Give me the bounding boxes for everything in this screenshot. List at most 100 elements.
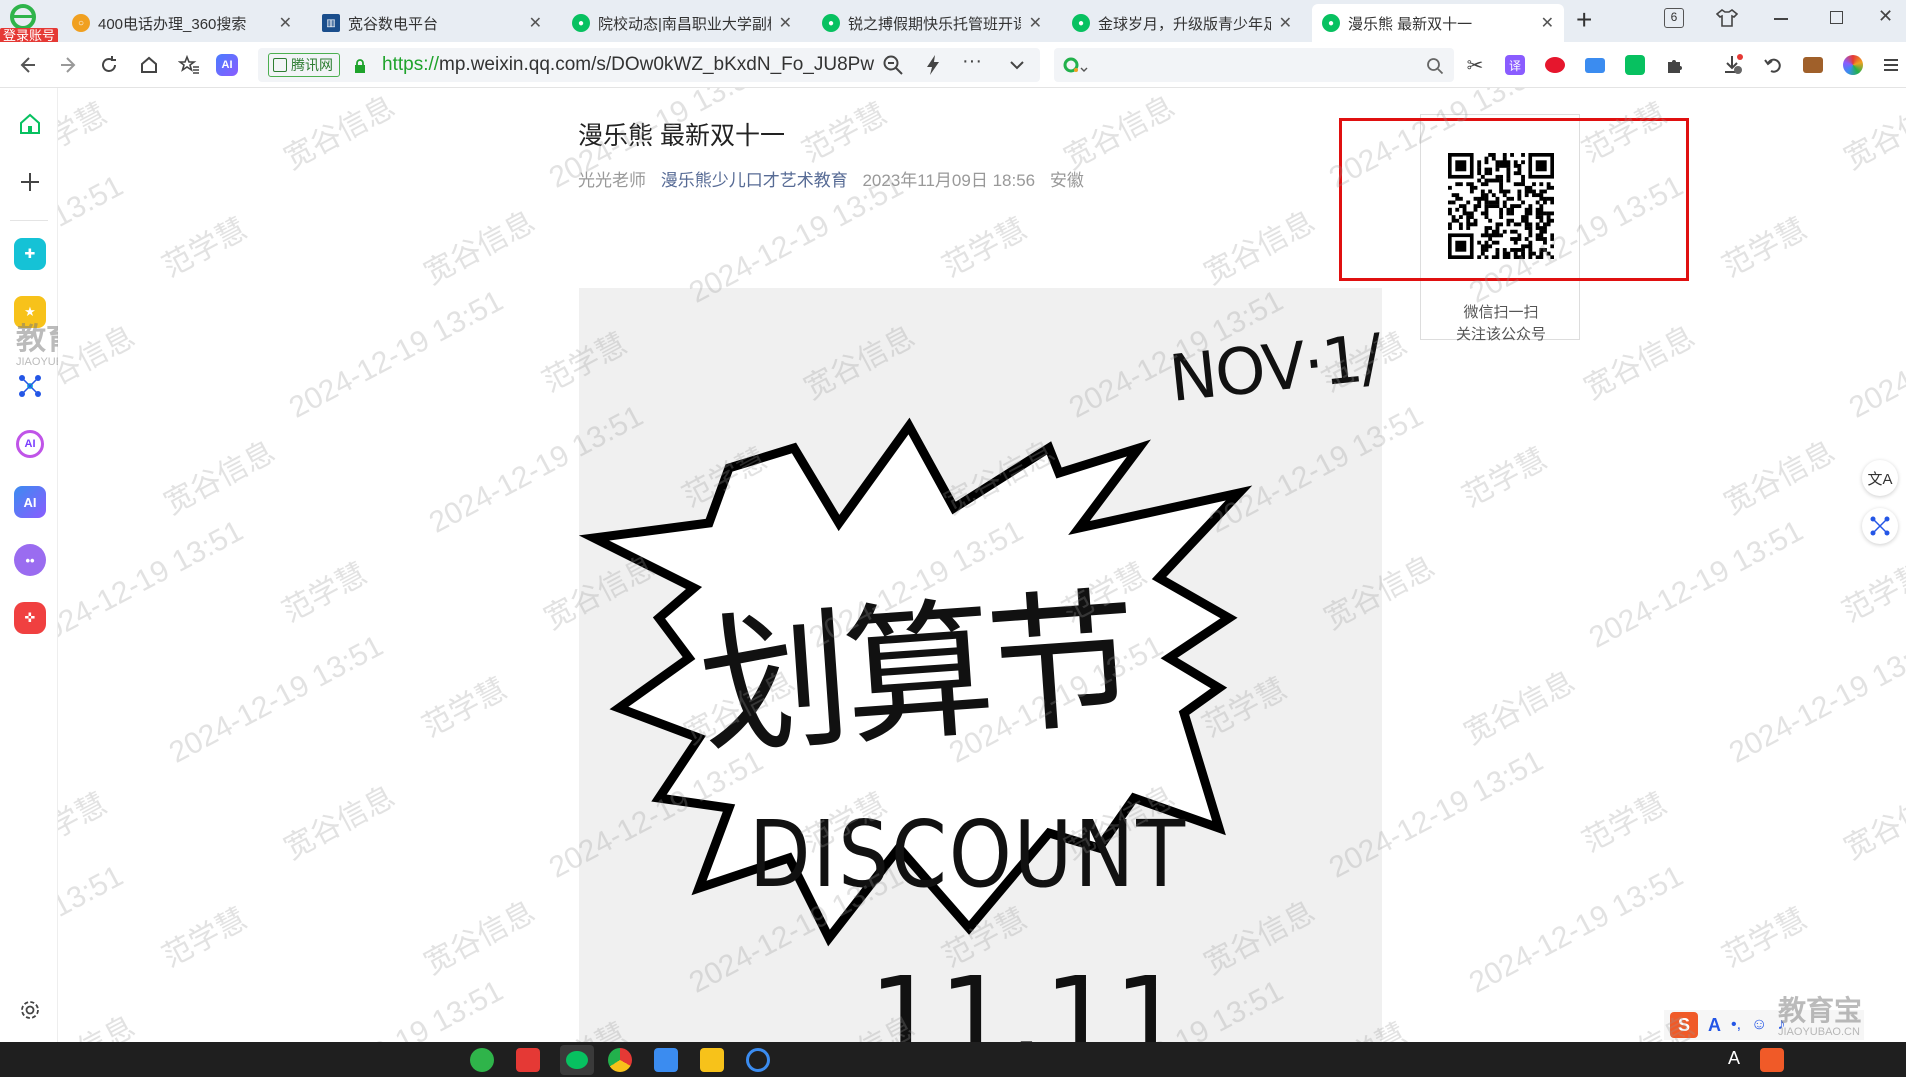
close-icon[interactable]: ✕ — [279, 13, 292, 33]
sidebar-app-network-icon[interactable] — [14, 370, 46, 402]
watermark-text: 宽谷信息 — [1718, 435, 1841, 521]
close-icon[interactable]: ✕ — [779, 13, 792, 33]
watermark-text: 2024-12-19 13:51 — [284, 974, 509, 1042]
search-engine-icon[interactable] — [1062, 56, 1088, 74]
taskbar-wechat-icon[interactable] — [560, 1045, 594, 1075]
scissors-icon[interactable]: ✂ — [1462, 52, 1488, 78]
briefcase-icon[interactable] — [1800, 52, 1826, 78]
close-icon[interactable]: ✕ — [1279, 13, 1292, 33]
sidebar-divider — [10, 220, 48, 221]
corner-jiaoyubao-logo: 教育宝 JIAOYUBAO.CN — [1778, 995, 1863, 1039]
colorful-app-icon[interactable] — [1840, 52, 1866, 78]
close-window-button[interactable]: ✕ — [1878, 6, 1893, 27]
watermark-text: 范学慧 — [1197, 672, 1293, 744]
url-text[interactable]: https://mp.weixin.qq.com/s/DOw0kWZ_bKxdN… — [382, 54, 874, 76]
watermark-text: 范学慧 — [937, 212, 1033, 284]
navigation-toolbar: AI 腾讯网 https://mp.weixin.qq.com/s/DOw0kW… — [0, 42, 1906, 88]
sidebar: ✚ ★ 教育宝 JIAOYUBAO.CN AI AI •• ✜ — [0, 88, 106, 1042]
extensions-icon[interactable] — [1662, 52, 1688, 78]
wechat-reader-icon[interactable] — [1622, 52, 1648, 78]
close-icon[interactable]: ✕ — [529, 13, 542, 33]
search-icon[interactable] — [1426, 57, 1444, 75]
sidebar-app-cross-icon[interactable]: ✚ — [14, 238, 46, 270]
more-icon[interactable]: ··· — [962, 50, 982, 73]
tab-jinqiu[interactable]: ● 金球岁月，升级版青少年足球 ✕ — [1062, 4, 1302, 42]
mail-icon[interactable] — [1582, 52, 1608, 78]
taskbar-search-icon[interactable] — [746, 1048, 770, 1072]
browser-logo-icon[interactable] — [8, 4, 38, 30]
watermark-text: 范学慧 — [1717, 212, 1813, 284]
watermark-text: 2024-12-19 13:51 — [1463, 859, 1689, 1000]
tab-kuangu-platform[interactable]: ▥ 宽谷数电平台 ✕ — [312, 4, 552, 42]
tab-ruizhibo[interactable]: ● 锐之搏假期快乐托管班开课啦 ✕ — [812, 4, 1052, 42]
tab-360-search[interactable]: ○ 400电话办理_360搜索 ✕ — [62, 4, 302, 42]
watermark-layer: 范学慧 宽谷信息 2024-12-19 13:51 范学慧 宽谷信息 2024-12-19… — [58, 88, 1906, 1042]
certificate-badge[interactable]: 腾讯网 — [268, 53, 340, 77]
refresh-button[interactable] — [96, 52, 122, 78]
back-button[interactable] — [14, 52, 40, 78]
watermark-text: 范学慧 — [1717, 902, 1813, 974]
undo-icon[interactable] — [1760, 52, 1786, 78]
watermark-text: 宽谷信息 — [538, 550, 661, 636]
home-button[interactable] — [136, 52, 162, 78]
watermark-text: 宽谷信息 — [1318, 550, 1441, 636]
lightning-icon[interactable] — [922, 54, 944, 76]
watermark-text: 范学慧 — [537, 327, 633, 399]
close-icon[interactable]: ✕ — [1029, 13, 1042, 33]
watermark-text: 2024-12-19 13:51 — [1583, 514, 1809, 655]
watermark-text: 范学慧 — [1317, 327, 1413, 399]
zoom-icon[interactable] — [882, 54, 904, 76]
search-bar[interactable] — [1054, 48, 1454, 82]
taskbar-chrome-icon[interactable] — [608, 1048, 632, 1072]
taskbar-sogou-icon[interactable] — [1760, 1048, 1784, 1072]
watermark-text: 范学慧 — [58, 97, 113, 169]
close-icon[interactable]: ✕ — [1541, 13, 1554, 33]
taskbar-ime-indicator[interactable]: A — [1728, 1048, 1740, 1069]
skin-icon[interactable] — [1715, 8, 1739, 28]
watermark-text: 宽谷信息 — [795, 1002, 922, 1042]
watermark-text: 范学慧 — [677, 442, 773, 514]
taskbar-window-icon[interactable] — [654, 1048, 678, 1072]
watermark-text: 宽谷信息 — [1198, 895, 1321, 981]
home-icon[interactable] — [14, 108, 46, 140]
sidebar-app-ai-icon[interactable]: AI — [14, 486, 46, 518]
chevron-down-icon[interactable] — [1008, 56, 1026, 74]
watermark-text: 2024-12-19 13:51 — [163, 629, 389, 770]
favorites-star-icon[interactable] — [176, 52, 202, 78]
watermark-text: 宽谷信息 — [938, 435, 1061, 521]
forward-button[interactable] — [56, 52, 82, 78]
taskbar-wps-icon[interactable] — [516, 1048, 540, 1072]
wechat-icon: ● — [572, 14, 590, 32]
watermark-text: 2024-12-19 13:51 — [803, 514, 1029, 655]
watermark-text: 宽谷信息 — [418, 895, 541, 981]
watermark-text: 2024-12-19 13:51 — [1323, 744, 1549, 885]
add-icon[interactable] — [14, 166, 46, 198]
sidebar-app-robot-icon[interactable]: •• — [14, 544, 46, 576]
watermark-text: 范学慧 — [1313, 1009, 1413, 1042]
watermark-text: 2024-12-19 13:51 — [943, 629, 1169, 770]
minimize-button[interactable] — [1774, 18, 1788, 20]
watermark-text: 2024-12-19 13:51 — [423, 399, 649, 540]
watermark-text: 2024-12-19 13:51 — [683, 859, 909, 1000]
taskbar-folder-icon[interactable] — [700, 1048, 724, 1072]
translate-icon[interactable]: 译 — [1502, 52, 1528, 78]
watermark-text: 宽谷信息 — [278, 90, 401, 176]
watermark-text: 2024-12-19 13:51 — [1323, 88, 1549, 195]
settings-icon[interactable] — [14, 994, 46, 1026]
tab-nanchang-news[interactable]: ● 院校动态|南昌职业大学副校长 ✕ — [562, 4, 802, 42]
tab-manlexiong[interactable]: ● 漫乐熊 最新双十一 ✕ — [1312, 4, 1564, 42]
sidebar-app-ai-plus-icon[interactable]: AI — [14, 428, 46, 460]
ai-assistant-icon[interactable]: AI — [214, 52, 240, 78]
lock-icon — [354, 59, 366, 73]
address-bar[interactable]: 腾讯网 https://mp.weixin.qq.com/s/DOw0kWZ_b… — [258, 48, 1040, 82]
watermark-text: 2024-12-19 13:51 — [543, 744, 769, 885]
new-tab-button[interactable]: + — [1576, 6, 1592, 34]
watermark-text: 宽谷信息 — [1458, 665, 1581, 751]
weibo-icon[interactable] — [1542, 52, 1568, 78]
restore-button[interactable] — [1830, 11, 1843, 24]
tab-count-badge[interactable]: 6 — [1664, 8, 1684, 28]
menu-icon[interactable] — [1878, 52, 1904, 78]
sidebar-app-game-icon[interactable]: ✜ — [14, 602, 46, 634]
download-icon[interactable] — [1720, 52, 1746, 78]
taskbar-360-browser-icon[interactable] — [470, 1048, 494, 1072]
